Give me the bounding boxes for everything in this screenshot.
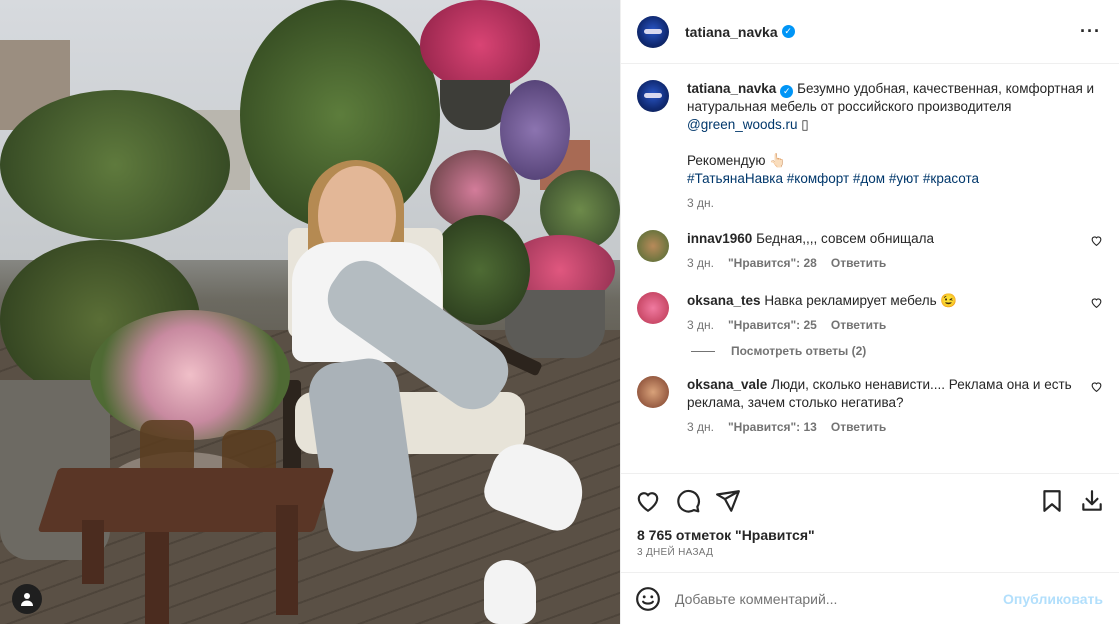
tagged-users-button[interactable] [12, 584, 42, 614]
emoji-smile-icon[interactable] [635, 586, 661, 612]
comment-time[interactable]: 3 дн. [687, 420, 714, 434]
comments-section: tatiana_navka ✓ Безумно удобная, качестве… [621, 64, 1119, 473]
more-options-icon[interactable]: ··· [1080, 21, 1101, 42]
author-username[interactable]: tatiana_navka [685, 24, 778, 40]
reply-button[interactable]: Ответить [831, 420, 886, 434]
download-icon[interactable] [1079, 488, 1105, 514]
photo-hydrangea [420, 0, 540, 90]
comment-input[interactable] [675, 590, 1004, 607]
add-comment-bar: Опубликовать [621, 572, 1119, 624]
comment-likes[interactable]: "Нравится": 28 [728, 256, 817, 270]
photo-sneaker [484, 560, 536, 624]
caption-recommend: Рекомендую [687, 153, 766, 168]
author-avatar[interactable] [637, 15, 669, 48]
like-comment-heart-icon[interactable] [1090, 296, 1103, 309]
caption-time[interactable]: 3 дн. [687, 196, 714, 210]
post-actions-bar [621, 473, 1119, 527]
like-heart-icon[interactable] [635, 488, 661, 514]
verified-badge-icon: ✓ [780, 85, 794, 98]
bookmark-icon[interactable] [1039, 488, 1065, 514]
post-photo[interactable] [0, 0, 620, 624]
photo-table-leg [82, 520, 104, 584]
comment-item: oksana_vale Люди, сколько ненависти.... … [637, 376, 1103, 434]
verified-badge-icon: ✓ [781, 25, 795, 38]
photo-table-leg [276, 505, 298, 615]
hashtag-link[interactable]: #красота [923, 171, 979, 186]
comment-item: oksana_tes Навка рекламирует мебель 😉 3 … [637, 292, 1103, 332]
replies-divider [691, 350, 715, 352]
caption-avatar[interactable] [637, 80, 669, 112]
comment-likes[interactable]: "Нравится": 13 [728, 420, 817, 434]
comment-bubble-icon[interactable] [675, 488, 701, 514]
reply-button[interactable]: Ответить [831, 256, 886, 270]
comment-username[interactable]: innav1960 [687, 231, 752, 246]
caption-recommend-emoji: 👆🏻 [769, 153, 787, 168]
view-replies-button[interactable]: Посмотреть ответы (2) [691, 344, 1103, 358]
post-details-panel: tatiana_navka ✓ ··· tatiana_navka ✓ Безум… [620, 0, 1119, 624]
photo-table-leg [145, 532, 169, 624]
caption-username[interactable]: tatiana_navka [687, 81, 776, 96]
share-paper-plane-icon[interactable] [715, 488, 741, 514]
comment-username[interactable]: oksana_tes [687, 293, 761, 308]
publish-comment-button[interactable]: Опубликовать [1003, 591, 1103, 607]
photo-plant [0, 90, 230, 240]
hashtag-link[interactable]: #дом [853, 171, 885, 186]
comment-text: Навка рекламирует мебель 😉 [764, 293, 958, 308]
comment-avatar[interactable] [637, 376, 669, 408]
like-comment-heart-icon[interactable] [1090, 234, 1103, 247]
like-comment-heart-icon[interactable] [1090, 380, 1103, 393]
comment-time[interactable]: 3 дн. [687, 318, 714, 332]
caption-mention-link[interactable]: @green_woods.ru [687, 117, 798, 132]
comment-likes[interactable]: "Нравится": 25 [728, 318, 817, 332]
caption-emoji: ▯ [801, 117, 809, 132]
post-modal: tatiana_navka ✓ ··· tatiana_navka ✓ Безум… [0, 0, 1119, 624]
hashtag-link[interactable]: #комфорт [787, 171, 849, 186]
hashtag-link[interactable]: #ТатьянаНавка [687, 171, 783, 186]
user-icon [21, 593, 33, 606]
view-replies-label: Посмотреть ответы (2) [731, 344, 867, 358]
hashtag-link[interactable]: #уют [889, 171, 919, 186]
post-header: tatiana_navka ✓ ··· [621, 0, 1119, 64]
likes-count[interactable]: 8 765 отметок "Нравится" [621, 527, 1119, 543]
reply-button[interactable]: Ответить [831, 318, 886, 332]
comment-text: Бедная,,,, совсем обнищала [756, 231, 934, 246]
caption: tatiana_navka ✓ Безумно удобная, качестве… [637, 80, 1103, 210]
comment-username[interactable]: oksana_vale [687, 377, 767, 392]
comment-avatar[interactable] [637, 292, 669, 324]
photo-bouquet [90, 310, 290, 440]
comment-time[interactable]: 3 дн. [687, 256, 714, 270]
comment-avatar[interactable] [637, 230, 669, 262]
photo-plant [430, 215, 530, 325]
post-date: 3 ДНЕЙ НАЗАД [637, 547, 714, 558]
comment-item: innav1960 Бедная,,,, совсем обнищала 3 д… [637, 230, 1103, 270]
